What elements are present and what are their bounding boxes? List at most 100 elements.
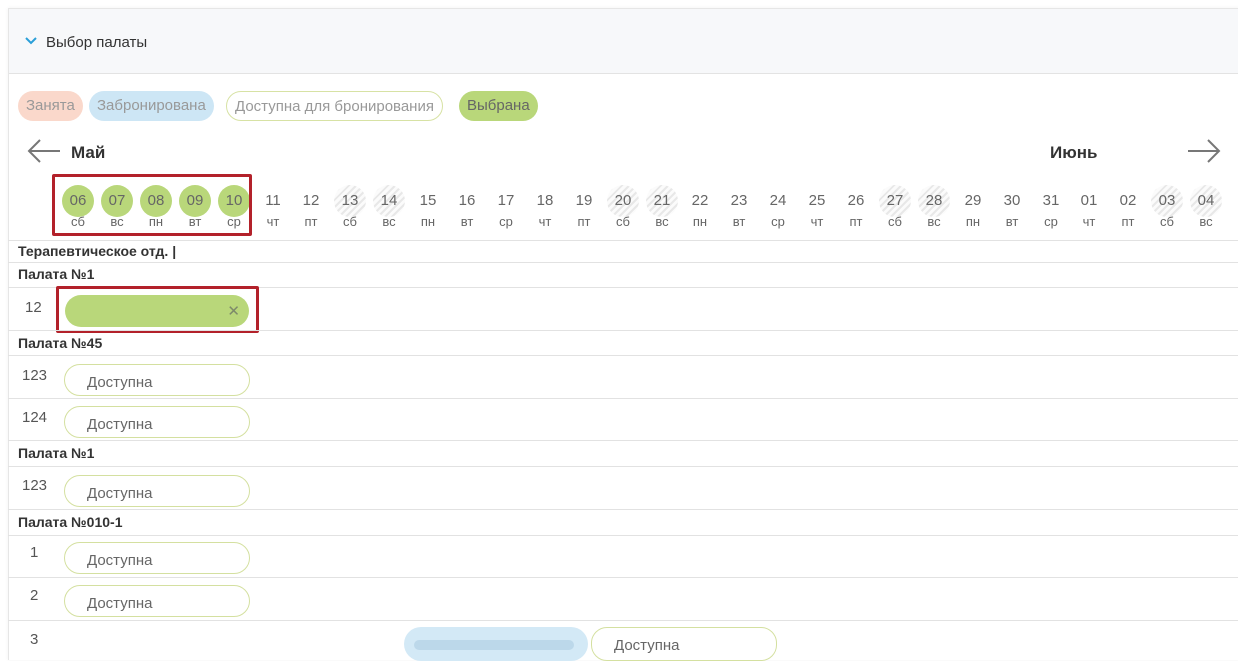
bed-number: 1 xyxy=(30,544,39,561)
panel-title: Выбор палаты xyxy=(46,34,148,51)
weekday-label: ср xyxy=(1044,214,1058,229)
date-number: 26 xyxy=(847,192,865,209)
date-number: 14 xyxy=(380,192,398,209)
date-01[interactable]: 01 чт xyxy=(1071,185,1107,231)
date-number: 19 xyxy=(575,192,593,209)
bed-number: 124 xyxy=(22,409,48,426)
availability-pill[interactable]: Доступна xyxy=(591,627,777,661)
weekday-label: сб xyxy=(1160,214,1174,229)
ward-title: Палата №1 xyxy=(18,266,95,282)
weekday-label: чт xyxy=(538,214,552,229)
date-19[interactable]: 19 пт xyxy=(566,185,602,231)
date-02[interactable]: 02 пт xyxy=(1110,185,1146,231)
date-16[interactable]: 16 вт xyxy=(449,185,485,231)
date-23[interactable]: 23 вт xyxy=(721,185,757,231)
availability-label: Доступна xyxy=(87,374,153,391)
date-number: 27 xyxy=(886,192,904,209)
weekday-label: пт xyxy=(1121,214,1135,229)
divider xyxy=(8,240,1238,241)
date-11[interactable]: 11 чт xyxy=(255,185,291,231)
date-14[interactable]: 14 вс xyxy=(371,185,407,231)
bed-number: 12 xyxy=(25,299,42,316)
date-15[interactable]: 15 пн xyxy=(410,185,446,231)
date-24[interactable]: 24 ср xyxy=(760,185,796,231)
date-20[interactable]: 20 сб xyxy=(605,185,641,231)
weekday-label: ср xyxy=(771,214,785,229)
legend-available: Доступна для бронирования xyxy=(226,91,443,121)
availability-label: Доступна xyxy=(87,595,153,612)
date-number: 28 xyxy=(925,192,943,209)
date-29[interactable]: 29 пн xyxy=(955,185,991,231)
date-30[interactable]: 30 вт xyxy=(994,185,1030,231)
availability-label: Доступна xyxy=(87,552,153,569)
weekday-label: чт xyxy=(810,214,824,229)
bed-number: 3 xyxy=(30,631,39,648)
legend-chosen: Выбрана xyxy=(459,91,538,121)
divider xyxy=(8,509,1238,510)
date-13[interactable]: 13 сб xyxy=(332,185,368,231)
divider xyxy=(8,440,1238,441)
date-number: 03 xyxy=(1158,192,1176,209)
weekday-label: пн xyxy=(420,214,436,229)
date-28[interactable]: 28 вс xyxy=(916,185,952,231)
date-number: 29 xyxy=(964,192,982,209)
date-number: 24 xyxy=(769,192,787,209)
date-number: 16 xyxy=(458,192,476,209)
availability-pill[interactable]: Доступна xyxy=(64,542,250,574)
divider xyxy=(8,620,1238,621)
weekday-label: чт xyxy=(1082,214,1096,229)
chevron-down-icon[interactable] xyxy=(25,37,37,45)
panel-header[interactable]: Выбор палаты xyxy=(9,9,1238,74)
divider xyxy=(8,577,1238,578)
date-number: 18 xyxy=(536,192,554,209)
department-title: Терапевтическое отд. | xyxy=(18,243,177,259)
booking-booked[interactable] xyxy=(404,627,588,661)
divider xyxy=(8,330,1238,331)
date-17[interactable]: 17 ср xyxy=(488,185,524,231)
weekday-label: вс xyxy=(927,214,941,229)
date-number: 12 xyxy=(302,192,320,209)
date-number: 11 xyxy=(265,192,281,209)
weekday-label: пт xyxy=(304,214,318,229)
availability-label: Доступна xyxy=(87,416,153,433)
weekday-label: вс xyxy=(1199,214,1213,229)
ward-title: Палата №1 xyxy=(18,445,95,461)
date-18[interactable]: 18 чт xyxy=(527,185,563,231)
date-22[interactable]: 22 пн xyxy=(682,185,718,231)
weekday-label: сб xyxy=(616,214,630,229)
availability-pill[interactable]: Доступна xyxy=(64,475,250,507)
date-number: 23 xyxy=(730,192,748,209)
availability-pill[interactable]: Доступна xyxy=(64,585,250,617)
divider xyxy=(8,535,1238,536)
date-31[interactable]: 31 ср xyxy=(1033,185,1069,231)
legend-booked: Забронирована xyxy=(89,91,214,121)
date-26[interactable]: 26 пт xyxy=(838,185,874,231)
booking-info-redacted xyxy=(414,640,574,650)
date-number: 30 xyxy=(1003,192,1021,209)
weekday-label: сб xyxy=(888,214,902,229)
weekday-label: пн xyxy=(965,214,981,229)
weekday-label: вт xyxy=(460,214,474,229)
date-25[interactable]: 25 чт xyxy=(799,185,835,231)
date-21[interactable]: 21 вс xyxy=(644,185,680,231)
availability-pill[interactable]: Доступна xyxy=(64,406,250,438)
date-number: 15 xyxy=(419,192,437,209)
divider xyxy=(8,466,1238,467)
date-number: 22 xyxy=(691,192,709,209)
selected-booking-highlight xyxy=(56,286,259,333)
date-04[interactable]: 04 вс xyxy=(1188,185,1224,231)
bed-number: 123 xyxy=(22,477,48,494)
arrow-right-icon[interactable] xyxy=(1186,137,1222,165)
arrow-left-icon[interactable] xyxy=(26,137,62,165)
availability-label: Доступна xyxy=(87,485,153,502)
availability-pill[interactable]: Доступна xyxy=(64,364,250,396)
weekday-label: пн xyxy=(692,214,708,229)
legend-busy: Занята xyxy=(18,91,83,121)
date-number: 13 xyxy=(341,192,359,209)
weekday-label: пт xyxy=(849,214,863,229)
weekday-label: вт xyxy=(732,214,746,229)
date-27[interactable]: 27 сб xyxy=(877,185,913,231)
date-number: 01 xyxy=(1080,192,1098,209)
date-12[interactable]: 12 пт xyxy=(293,185,329,231)
date-03[interactable]: 03 сб xyxy=(1149,185,1185,231)
